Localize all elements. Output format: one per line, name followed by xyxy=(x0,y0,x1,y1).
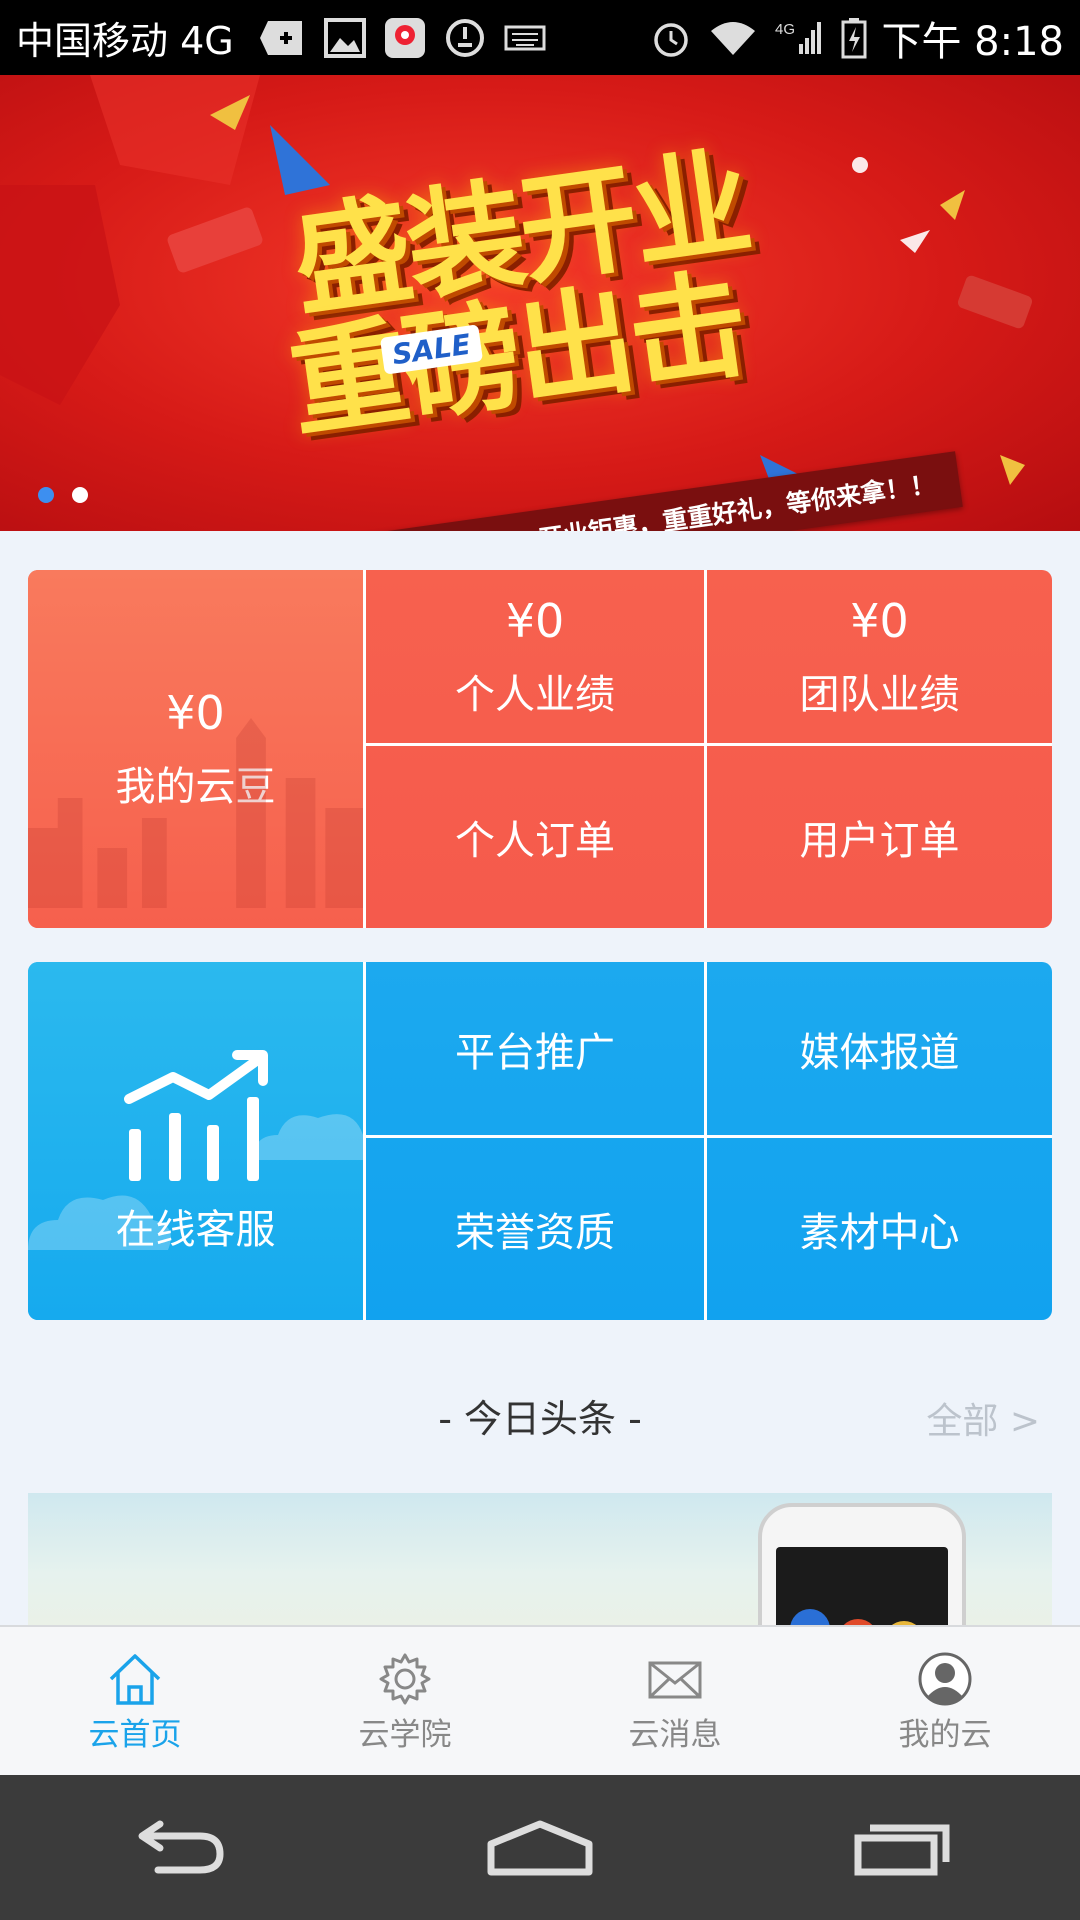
personal-performance-tile[interactable]: ¥0 个人业绩 xyxy=(366,570,707,746)
personal-orders-tile[interactable]: 个人订单 xyxy=(366,746,707,928)
tab-academy-label: 云学院 xyxy=(358,1716,452,1753)
online-service-tile[interactable]: 在线客服 xyxy=(28,962,366,1320)
cleaner-notification-icon xyxy=(444,17,486,59)
service-panel: 在线客服 平台推广 媒体报道 荣誉资质 素材中心 xyxy=(28,962,1052,1320)
carousel-indicator xyxy=(38,487,88,503)
plus-notification-icon xyxy=(258,19,306,57)
recent-apps-icon[interactable] xyxy=(852,1818,952,1878)
user-icon xyxy=(918,1652,972,1705)
materials-tile[interactable]: 素材中心 xyxy=(707,1138,1052,1320)
svg-text:4G: 4G xyxy=(775,21,795,38)
cloud-decoration xyxy=(253,1114,363,1160)
news-section-header: - 今日头条 - xyxy=(0,1375,1080,1455)
news-section-title: - 今日头条 - xyxy=(438,1396,642,1441)
media-reports-label: 媒体报道 xyxy=(799,1029,960,1076)
platform-promo-label: 平台推广 xyxy=(455,1029,615,1076)
tab-home-label: 云首页 xyxy=(88,1716,182,1753)
team-performance-tile[interactable]: ¥0 团队业绩 xyxy=(707,570,1052,746)
wifi-icon xyxy=(709,19,757,57)
carousel-dot-active xyxy=(38,487,54,503)
home-icon xyxy=(109,1653,161,1705)
system-nav-bar xyxy=(0,1775,1080,1920)
map-notification-icon xyxy=(384,17,426,59)
tab-academy[interactable]: 云学院 xyxy=(270,1627,540,1777)
tab-profile[interactable]: 我的云 xyxy=(810,1627,1080,1777)
skyline-decoration xyxy=(28,718,363,908)
clock: 下午 8:18 xyxy=(881,18,1064,65)
keyboard-notification-icon xyxy=(504,23,546,53)
view-all-news-link[interactable]: 全部 > xyxy=(926,1392,1040,1444)
platform-promo-tile[interactable]: 平台推广 xyxy=(366,962,707,1138)
personal-orders-label: 个人订单 xyxy=(455,818,615,864)
media-reports-tile[interactable]: 媒体报道 xyxy=(707,962,1052,1138)
carrier-label: 中国移动 4G xyxy=(16,19,234,63)
materials-label: 素材中心 xyxy=(799,1210,960,1256)
gallery-notification-icon xyxy=(323,17,366,58)
tab-messages-label: 云消息 xyxy=(628,1716,722,1753)
promo-banner[interactable]: 盛装开业 重磅出击 SALE 河北双创云端 ，开业钜惠，重重好礼，等你来拿！！ xyxy=(0,75,1080,531)
alarm-icon xyxy=(651,18,691,58)
mail-icon xyxy=(648,1661,702,1698)
carousel-dot xyxy=(72,487,88,503)
tab-messages[interactable]: 云消息 xyxy=(540,1627,810,1777)
stats-panel: ¥0 我的云豆 ¥0 个人业绩 ¥0 团队业绩 个人订单 用户订单 xyxy=(28,570,1052,928)
news-card[interactable] xyxy=(28,1493,1052,1628)
phone-illustration xyxy=(758,1503,966,1628)
honors-label: 荣誉资质 xyxy=(455,1210,615,1256)
personal-performance-amount: ¥0 xyxy=(505,593,565,648)
team-performance-label: 团队业绩 xyxy=(799,671,960,718)
status-bar: 中国移动 4G 4G 下午 8:18 xyxy=(0,0,1080,75)
personal-performance-label: 个人业绩 xyxy=(455,671,615,718)
team-performance-amount: ¥0 xyxy=(850,593,909,648)
battery-icon xyxy=(841,17,867,59)
home-button-icon[interactable] xyxy=(485,1818,595,1878)
bottom-tab-bar: 云首页 云学院 云消息 我的云 xyxy=(0,1625,1080,1777)
gear-icon xyxy=(379,1653,431,1704)
cloud-decoration xyxy=(28,1195,171,1250)
tab-home[interactable]: 云首页 xyxy=(0,1627,270,1777)
my-cloud-beans-tile[interactable]: ¥0 我的云豆 xyxy=(28,570,366,928)
user-orders-label: 用户订单 xyxy=(799,818,960,864)
signal-icon: 4G xyxy=(775,18,823,58)
tab-profile-label: 我的云 xyxy=(898,1716,992,1753)
user-orders-tile[interactable]: 用户订单 xyxy=(707,746,1052,928)
honors-tile[interactable]: 荣誉资质 xyxy=(366,1138,707,1320)
back-icon[interactable] xyxy=(128,1818,228,1878)
